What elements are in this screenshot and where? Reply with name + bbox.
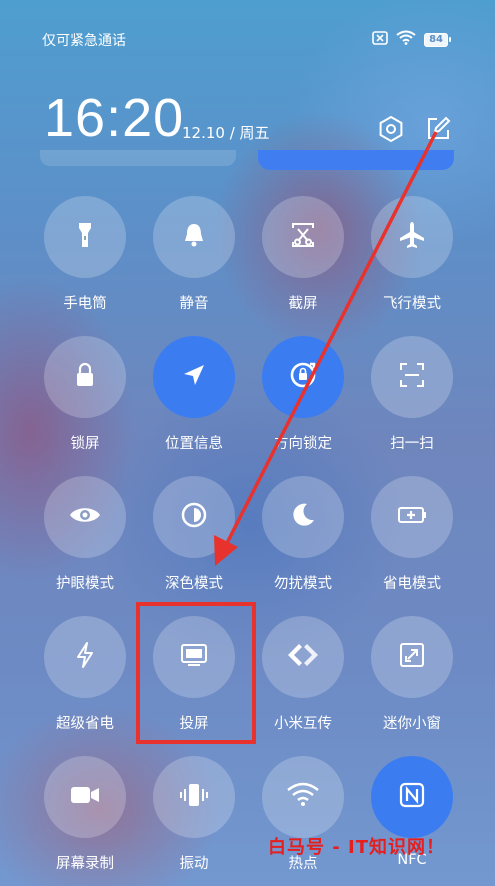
watermark-text: 白马号 - IT知识网！ bbox=[268, 837, 445, 858]
annotation-arrow bbox=[214, 131, 438, 566]
